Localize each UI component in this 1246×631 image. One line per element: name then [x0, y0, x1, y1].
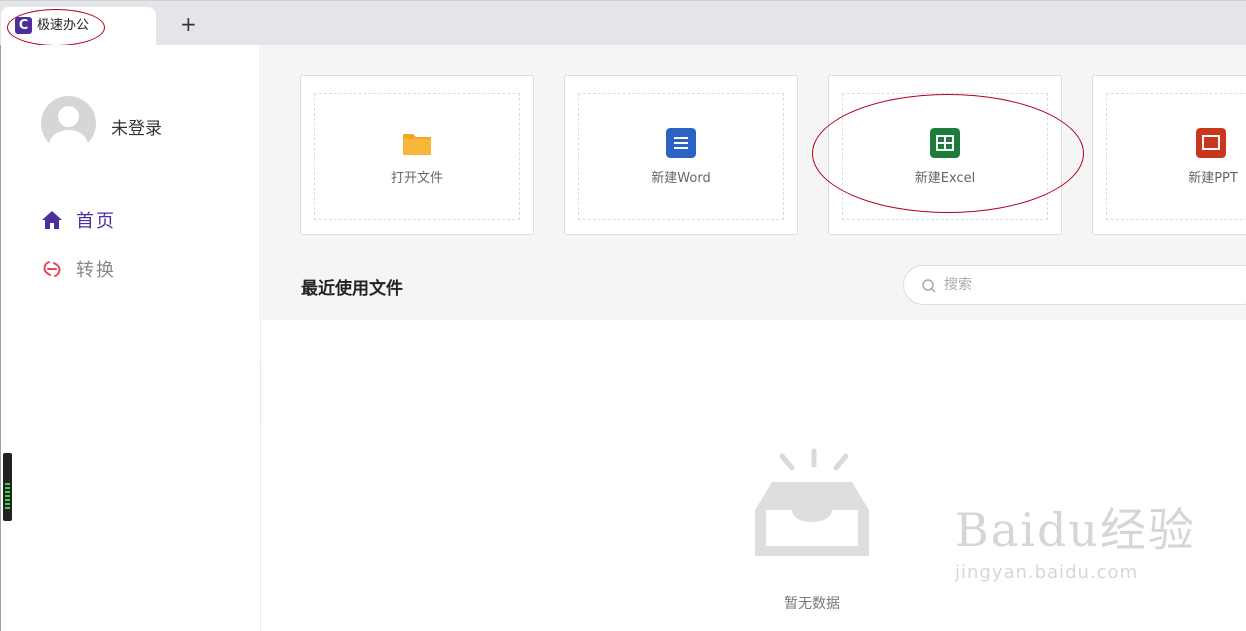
open-file-card[interactable]: 打开文件 — [300, 75, 534, 235]
sidebar-item-label: 首页 — [76, 211, 116, 232]
main-content: 打开文件 新建Word 新建Excel 新建PPT 最近使用文件 搜索 暂无数据… — [262, 45, 1246, 631]
empty-box-icon — [755, 448, 869, 556]
recent-files-title: 最近使用文件 — [301, 279, 403, 299]
word-icon — [666, 128, 696, 158]
card-dropzone: 新建PPT — [1106, 93, 1246, 220]
search-icon — [922, 279, 936, 293]
avatar-body — [49, 130, 88, 151]
card-dropzone: 新建Word — [578, 93, 784, 220]
watermark-url: jingyan.baidu.com — [955, 562, 1139, 583]
new-excel-card[interactable]: 新建Excel — [828, 75, 1062, 235]
search-box[interactable] — [903, 265, 1246, 305]
login-status[interactable]: 未登录 — [111, 114, 162, 139]
card-dropzone: 新建Excel — [842, 93, 1048, 220]
sidebar: 未登录 首页 转换 — [0, 45, 261, 631]
card-dropzone: 打开文件 — [314, 93, 520, 220]
avatar[interactable] — [41, 96, 96, 151]
folder-icon — [403, 134, 431, 155]
card-label: 新建Word — [651, 171, 711, 186]
sidebar-item-convert[interactable]: 转换 — [41, 257, 116, 281]
tab-bar: C 极速办公 + — [0, 0, 1246, 46]
excel-icon — [930, 128, 960, 158]
watermark: Baidu经验 jingyan.baidu.com — [955, 494, 1196, 583]
search-input[interactable] — [944, 275, 1224, 295]
scroll-widget[interactable] — [3, 453, 12, 521]
avatar-head — [58, 106, 79, 127]
sidebar-item-label: 转换 — [76, 260, 116, 281]
watermark-brand: Baidu经验 — [955, 503, 1197, 557]
card-label: 新建Excel — [914, 171, 976, 186]
home-icon — [42, 211, 62, 229]
new-tab-button[interactable]: + — [180, 14, 197, 34]
card-label: 打开文件 — [390, 171, 443, 186]
convert-icon — [43, 261, 61, 277]
new-ppt-card[interactable]: 新建PPT — [1092, 75, 1246, 235]
new-word-card[interactable]: 新建Word — [564, 75, 798, 235]
ppt-icon — [1196, 128, 1226, 158]
empty-state-text: 暂无数据 — [784, 596, 840, 612]
sidebar-item-home[interactable]: 首页 — [41, 208, 116, 232]
recent-files-list — [262, 320, 1246, 631]
card-label: 新建PPT — [1188, 171, 1238, 186]
annotation-ellipse-tab — [7, 9, 105, 46]
